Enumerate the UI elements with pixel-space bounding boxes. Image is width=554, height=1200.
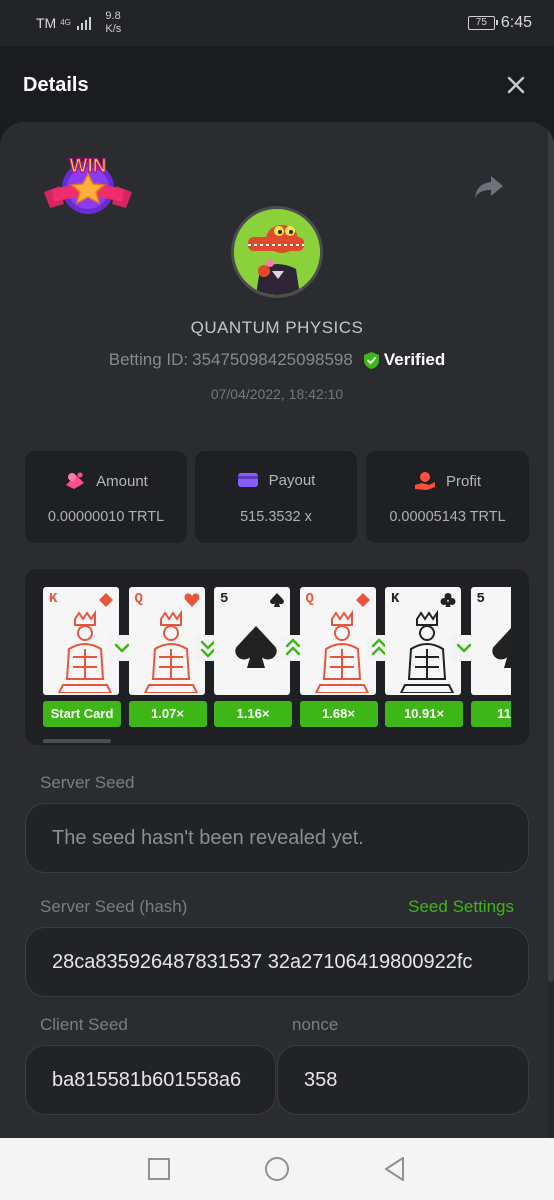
- playing-card: K: [385, 587, 461, 695]
- multiplier-label: 11.8: [470, 701, 511, 727]
- share-icon: [475, 176, 503, 198]
- vertical-scrollbar[interactable]: [548, 122, 554, 1138]
- circle-icon: [265, 1157, 289, 1181]
- multiplier-label: 1.07×: [128, 701, 207, 727]
- playing-card: K: [43, 587, 119, 695]
- betting-id-label: Betting ID:: [108, 350, 189, 369]
- profit-value: 0.00005143 TRTL: [389, 509, 506, 525]
- nonce-label: nonce: [292, 1015, 339, 1034]
- carrier-label: TM: [36, 15, 57, 31]
- card-rank: Q: [134, 591, 143, 607]
- back-button[interactable]: [382, 1156, 408, 1182]
- payout-label: Payout: [268, 471, 316, 489]
- triangle-back-icon: [385, 1157, 404, 1181]
- betting-id-value[interactable]: 35475098425098598: [192, 350, 353, 370]
- home-button[interactable]: [264, 1156, 290, 1182]
- close-button[interactable]: [501, 70, 531, 100]
- server-hash-label: Server Seed (hash): [40, 897, 188, 916]
- card-rank: 5: [220, 591, 229, 607]
- hand-coin-icon: [414, 472, 435, 490]
- username: QUANTUM PHYSICS: [190, 318, 364, 337]
- nonce-field[interactable]: 358: [277, 1045, 529, 1115]
- clock: 6:45: [500, 14, 532, 31]
- network-speed: 9.8 K/s: [105, 10, 121, 36]
- playing-card: Q: [128, 587, 205, 695]
- card-rank: 5: [476, 591, 485, 607]
- wallet-icon: [237, 473, 258, 487]
- client-seed-value: ba815581b601558a6: [52, 1068, 242, 1091]
- speed-unit: K/s: [105, 23, 122, 35]
- playing-card: 5: [214, 587, 290, 695]
- signal-icon: [76, 16, 92, 30]
- multiplier-label: 1.16×: [214, 701, 292, 727]
- diamond-icon: [355, 593, 370, 607]
- multiplier-label: 10.91×: [385, 701, 463, 727]
- coins-icon: [66, 472, 85, 489]
- nonce-value: 358: [304, 1068, 338, 1091]
- queen-figure-icon: [143, 609, 198, 693]
- heart-icon: [183, 593, 200, 607]
- client-seed-label: Client Seed: [40, 1015, 128, 1034]
- win-badge-text: WIN: [70, 156, 107, 177]
- multiplier-label: Start Card: [43, 701, 121, 727]
- system-nav-bar: [0, 1138, 554, 1200]
- client-seed-field[interactable]: ba815581b601558a6: [25, 1045, 276, 1115]
- profit-label: Profit: [445, 472, 481, 490]
- status-bar: TM 4G 9.8 K/s 75 6:45: [0, 0, 554, 46]
- status-right: 75 6:45: [467, 14, 532, 32]
- king-figure-icon: [57, 609, 113, 693]
- amount-stat: Amount 0.00000010 TRTL: [25, 451, 187, 543]
- profit-stat-header: Profit: [366, 471, 529, 491]
- server-hash-field[interactable]: 28ca835926487831537 32a27106419800922fc: [25, 927, 529, 997]
- playing-card: Q: [299, 587, 376, 695]
- payout-stat-header: Payout: [195, 471, 357, 489]
- amount-stat-header: Amount: [25, 471, 187, 491]
- scrollbar-thumb[interactable]: [548, 122, 554, 982]
- server-seed-field[interactable]: The seed hasn't been revealed yet.: [25, 803, 529, 873]
- card-rank: K: [49, 591, 58, 607]
- speed-value: 9.8: [105, 10, 121, 22]
- server-seed-label: Server Seed: [40, 773, 135, 792]
- status-left: TM 4G 9.8 K/s: [36, 10, 121, 36]
- square-icon: [148, 1158, 170, 1180]
- win-badge-icon: WIN: [44, 155, 132, 214]
- club-icon: [440, 593, 456, 607]
- card-track[interactable]: K Start Card Q 1.07× 5 1.16× Q 1.68× K 10.91× 5 11.…: [43, 587, 511, 729]
- payout-stat: Payout 515.3532 x: [195, 451, 357, 543]
- card-history[interactable]: K Start Card Q 1.07× 5 1.16× Q 1.68× K 10.91× 5 11.…: [25, 569, 529, 745]
- server-hash-value: 28ca835926487831537 32a27106419800922fc: [52, 950, 473, 973]
- verified-badge[interactable]: Verified: [363, 350, 445, 370]
- spade-pip-icon: [491, 627, 511, 668]
- profit-stat: Profit 0.00005143 TRTL: [366, 451, 529, 543]
- avatar: [231, 206, 323, 298]
- betting-id-row: Betting ID: 35475098425098598 Verified: [0, 350, 554, 370]
- horizontal-scroll-thumb[interactable]: [43, 739, 111, 743]
- amount-label: Amount: [96, 472, 148, 490]
- bet-timestamp: 07/04/2022, 18:42:10: [210, 386, 344, 402]
- shield-check-icon: [363, 351, 379, 369]
- verified-label: Verified: [383, 350, 446, 369]
- share-button[interactable]: [474, 174, 504, 200]
- seed-settings-link[interactable]: Seed Settings: [408, 897, 514, 917]
- payout-value: 515.3532 x: [240, 509, 312, 525]
- queen-figure-icon: [314, 609, 369, 693]
- details-header: Details: [0, 46, 554, 124]
- battery-icon: 75: [467, 16, 498, 30]
- details-sheet: WIN QUANTUM PHYSICS Betting ID: 35475098…: [0, 122, 554, 1138]
- spade-pip-icon: [235, 626, 277, 668]
- card-rank: Q: [305, 591, 314, 607]
- amount-value: 0.00000010 TRTL: [47, 509, 165, 525]
- king-figure-icon: [399, 609, 455, 693]
- network-type: 4G: [60, 18, 71, 27]
- server-seed-placeholder: The seed hasn't been revealed yet.: [52, 826, 364, 849]
- spade-icon: [270, 593, 284, 607]
- crocodile-avatar-icon: [234, 209, 320, 295]
- close-icon: [507, 76, 525, 94]
- multiplier-label: 1.68×: [299, 701, 378, 727]
- card-rank: K: [391, 591, 400, 607]
- page-title: Details: [23, 73, 89, 96]
- recent-apps-button[interactable]: [146, 1156, 172, 1182]
- diamond-icon: [99, 593, 113, 607]
- playing-card: 5: [470, 587, 511, 695]
